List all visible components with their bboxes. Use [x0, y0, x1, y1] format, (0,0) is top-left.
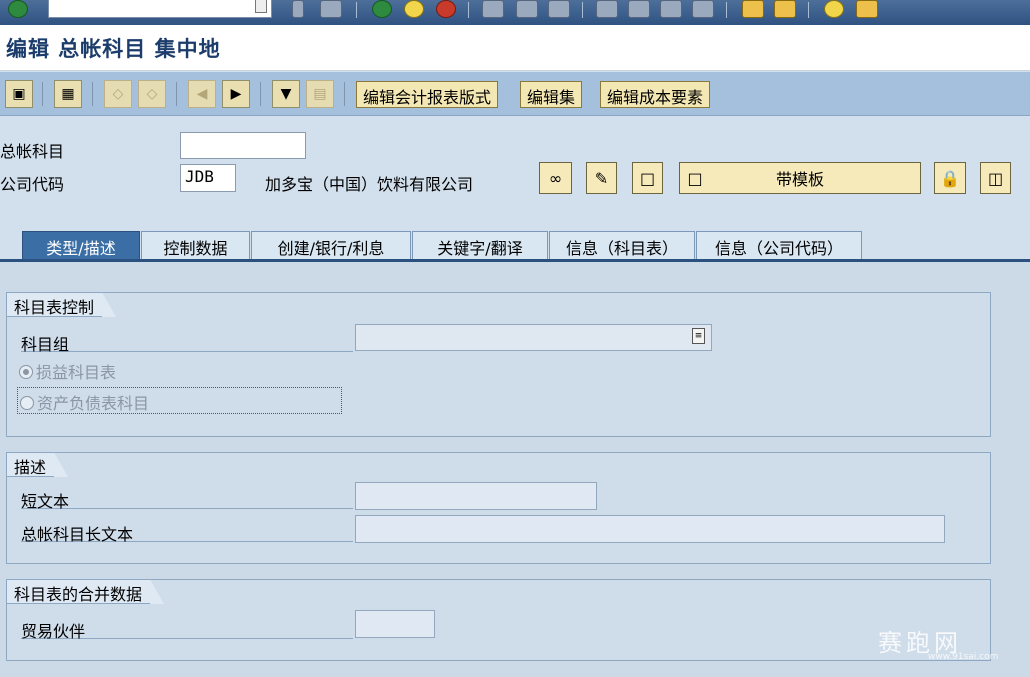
company-code-input[interactable]: JDB — [180, 164, 236, 192]
bs-account-radio[interactable]: 资产负债表科目 — [17, 387, 342, 414]
document-icon[interactable]: ▤ — [306, 80, 334, 108]
watermark-url: www.91sai.com — [928, 652, 999, 662]
application-toolbar: ▣ ▦ ◇ ◇ ◀ ▶ ▼ ▤ 编辑会计报表版式 编辑集 编辑成本要素 — [0, 72, 1030, 116]
command-dropdown-icon[interactable] — [255, 0, 267, 13]
gl-account-label: 总帐科目 — [0, 142, 65, 161]
consolidation-group: 科目表的合并数据 贸易伙伴 — [6, 579, 991, 661]
page-title: 编辑 总帐科目 集中地 — [6, 37, 221, 61]
shortcut-icon[interactable] — [774, 0, 796, 18]
enter-icon[interactable] — [8, 0, 28, 18]
previous-page-icon[interactable] — [628, 0, 650, 18]
print-icon[interactable] — [482, 0, 504, 18]
cancel-icon[interactable] — [436, 0, 456, 18]
title-bar: 编辑 总帐科目 集中地 — [0, 25, 1030, 71]
previous-icon[interactable]: ◀ — [188, 80, 216, 108]
next-page-icon[interactable] — [660, 0, 682, 18]
short-text-label: 短文本 — [21, 488, 353, 511]
trading-partner-input[interactable] — [355, 610, 435, 638]
tab-control-data[interactable]: 控制数据 — [141, 231, 250, 260]
tab-keyword-translation[interactable]: 关键字/翻译 — [412, 231, 548, 260]
with-template-button[interactable]: □ 带模板 — [679, 162, 921, 194]
pl-account-radio[interactable]: 损益科目表 — [19, 359, 116, 383]
coa-control-group: 科目表控制 科目组 ≡ 损益科目表 资产负债表科目 — [6, 292, 991, 437]
check-icon[interactable]: ◇ — [138, 80, 166, 108]
lock-icon[interactable]: 🔒 — [934, 162, 966, 194]
group-title: 科目表控制 — [7, 292, 117, 317]
edit-sets-button[interactable]: 编辑集 — [520, 81, 583, 108]
template-page-icon: □ — [687, 168, 703, 188]
save-icon[interactable] — [320, 0, 342, 18]
tab-info-coa[interactable]: 信息（科目表） — [549, 231, 695, 260]
create-page-icon[interactable]: □ — [632, 162, 663, 194]
bs-account-label: 资产负债表科目 — [37, 394, 150, 413]
trading-partner-label: 贸易伙伴 — [21, 618, 353, 641]
long-text-label: 总帐科目长文本 — [21, 521, 353, 544]
account-group-label: 科目组 — [21, 331, 353, 354]
find-icon[interactable] — [516, 0, 538, 18]
system-toolbar — [0, 0, 1030, 25]
edit-pencil-icon[interactable]: ✎ — [586, 162, 617, 194]
group-title: 描述 — [7, 452, 69, 477]
hierarchy-icon[interactable]: ▦ — [54, 80, 82, 108]
gl-account-input[interactable] — [180, 132, 306, 159]
delete-trash-icon[interactable]: ◫ — [980, 162, 1011, 194]
radio-unselected-icon — [20, 396, 34, 410]
group-title: 科目表的合并数据 — [7, 579, 165, 604]
short-text-input[interactable] — [355, 482, 597, 510]
next-icon[interactable]: ▶ — [222, 80, 250, 108]
tab-info-company-code[interactable]: 信息（公司代码） — [696, 231, 862, 260]
find-next-icon[interactable] — [548, 0, 570, 18]
radio-selected-icon — [19, 365, 33, 379]
exit-icon[interactable] — [404, 0, 424, 18]
with-template-label: 带模板 — [775, 170, 824, 189]
tab-type-description[interactable]: 类型/描述 — [22, 231, 140, 260]
long-text-input[interactable] — [355, 515, 945, 543]
account-group-dropdown-icon[interactable]: ≡ — [692, 328, 705, 344]
other-object-icon[interactable]: ▣ — [5, 80, 33, 108]
back-arrow-icon[interactable] — [292, 0, 304, 18]
tab-create-bank-interest[interactable]: 创建/银行/利息 — [251, 231, 411, 260]
command-field[interactable] — [48, 0, 272, 18]
description-group: 描述 短文本 总帐科目长文本 — [6, 452, 991, 564]
help-icon[interactable] — [824, 0, 844, 18]
company-name: 加多宝（中国）饮料有限公司 — [265, 175, 474, 194]
company-code-label: 公司代码 — [0, 175, 65, 194]
edit-cost-element-button[interactable]: 编辑成本要素 — [600, 81, 711, 108]
first-page-icon[interactable] — [596, 0, 618, 18]
create-session-icon[interactable] — [742, 0, 764, 18]
where-used-icon[interactable]: ▼ — [272, 80, 300, 108]
display-glasses-icon[interactable]: ∞ — [539, 162, 572, 194]
account-group-input[interactable]: ≡ — [355, 324, 712, 351]
edit-fs-version-button[interactable]: 编辑会计报表版式 — [356, 81, 499, 108]
last-page-icon[interactable] — [692, 0, 714, 18]
layout-menu-icon[interactable] — [856, 0, 878, 18]
display-change-icon[interactable]: ◇ — [104, 80, 132, 108]
pl-account-label: 损益科目表 — [36, 363, 117, 382]
back-icon[interactable] — [372, 0, 392, 18]
